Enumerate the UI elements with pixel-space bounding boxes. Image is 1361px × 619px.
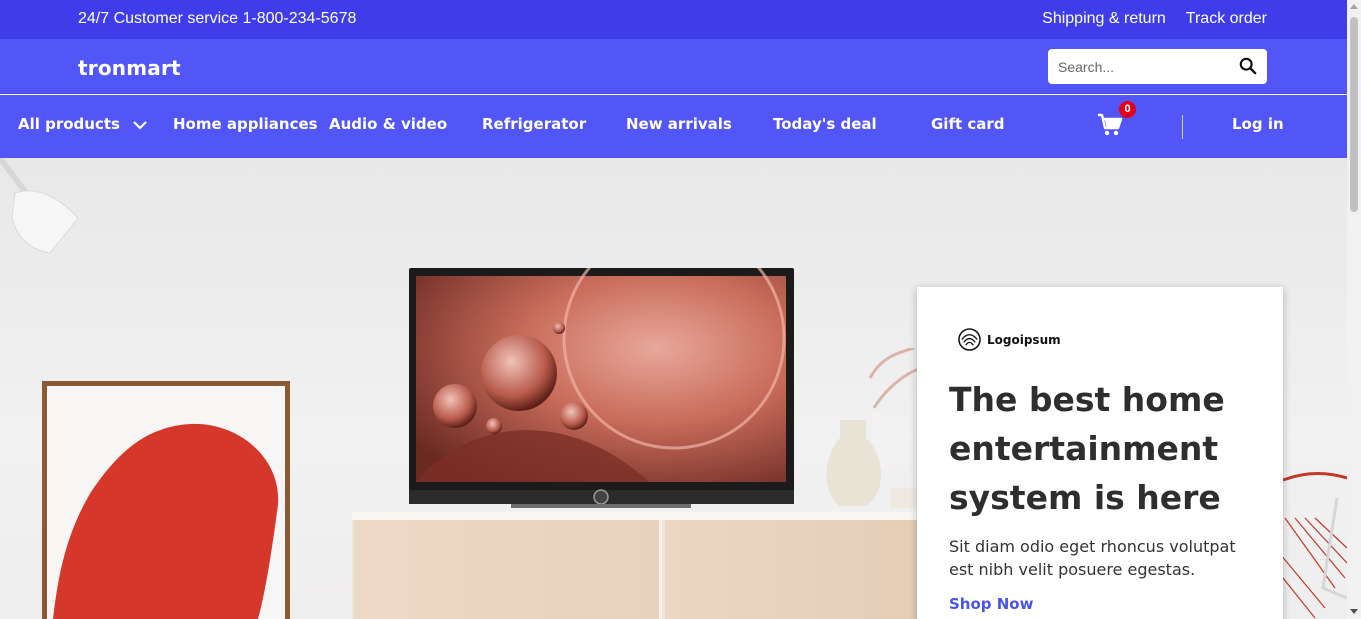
brand-logo[interactable]: tronmart xyxy=(78,56,181,80)
nav-new-arrivals[interactable]: New arrivals xyxy=(626,115,732,133)
nav-home-appliances[interactable]: Home appliances xyxy=(173,115,318,133)
page-scrollbar[interactable] xyxy=(1347,0,1361,619)
scroll-down-arrow-icon[interactable] xyxy=(1350,609,1358,614)
decor-vase-image xyxy=(826,348,922,508)
logo-text: Logoipsum xyxy=(987,332,1061,347)
shipping-return-link[interactable]: Shipping & return xyxy=(1042,10,1166,28)
search-input[interactable] xyxy=(1058,51,1238,82)
top-links: Shipping & return Track order xyxy=(1042,10,1267,28)
nav-gift-card[interactable]: Gift card xyxy=(931,115,1005,133)
nav-all-products[interactable]: All products xyxy=(18,115,147,133)
promo-card: Logoipsum The best home entertainment sy… xyxy=(917,287,1283,619)
wire-chair-image xyxy=(1275,471,1347,619)
nav-all-products-label: All products xyxy=(18,115,120,133)
wall-lamp-image xyxy=(0,158,79,254)
search-box xyxy=(1048,49,1267,84)
top-info-bar: 24/7 Customer service 1-800-234-5678 Shi… xyxy=(0,0,1347,39)
main-navigation: All products Home appliances Audio & vid… xyxy=(0,95,1347,158)
customer-service-text: 24/7 Customer service 1-800-234-5678 xyxy=(78,10,357,27)
logo-swirl-icon xyxy=(958,328,981,351)
scroll-up-arrow-icon[interactable] xyxy=(1350,4,1358,9)
hero-headline: The best home entertainment system is he… xyxy=(949,380,1225,517)
search-icon[interactable] xyxy=(1239,57,1257,75)
track-order-link[interactable]: Track order xyxy=(1186,10,1267,28)
media-cabinet-image xyxy=(352,512,955,619)
red-abstract-shape xyxy=(53,423,279,619)
television-image xyxy=(409,268,794,508)
login-link[interactable]: Log in xyxy=(1232,115,1284,133)
header-bar: tronmart xyxy=(0,39,1347,94)
hero-description: Sit diam odio eget rhoncus volutpat est … xyxy=(949,537,1236,579)
nav-divider xyxy=(1182,115,1183,139)
cart-icon[interactable] xyxy=(1097,113,1123,137)
scrollbar-thumb[interactable] xyxy=(1350,17,1358,212)
wall-art-frame-image xyxy=(42,381,290,619)
chevron-down-icon xyxy=(133,120,147,130)
partner-logo: Logoipsum xyxy=(958,328,1061,351)
shop-now-link[interactable]: Shop Now xyxy=(949,595,1033,613)
cart-count-badge: 0 xyxy=(1119,101,1136,118)
nav-audio-video[interactable]: Audio & video xyxy=(329,115,447,133)
nav-refrigerator[interactable]: Refrigerator xyxy=(482,115,586,133)
nav-todays-deal[interactable]: Today's deal xyxy=(773,115,877,133)
